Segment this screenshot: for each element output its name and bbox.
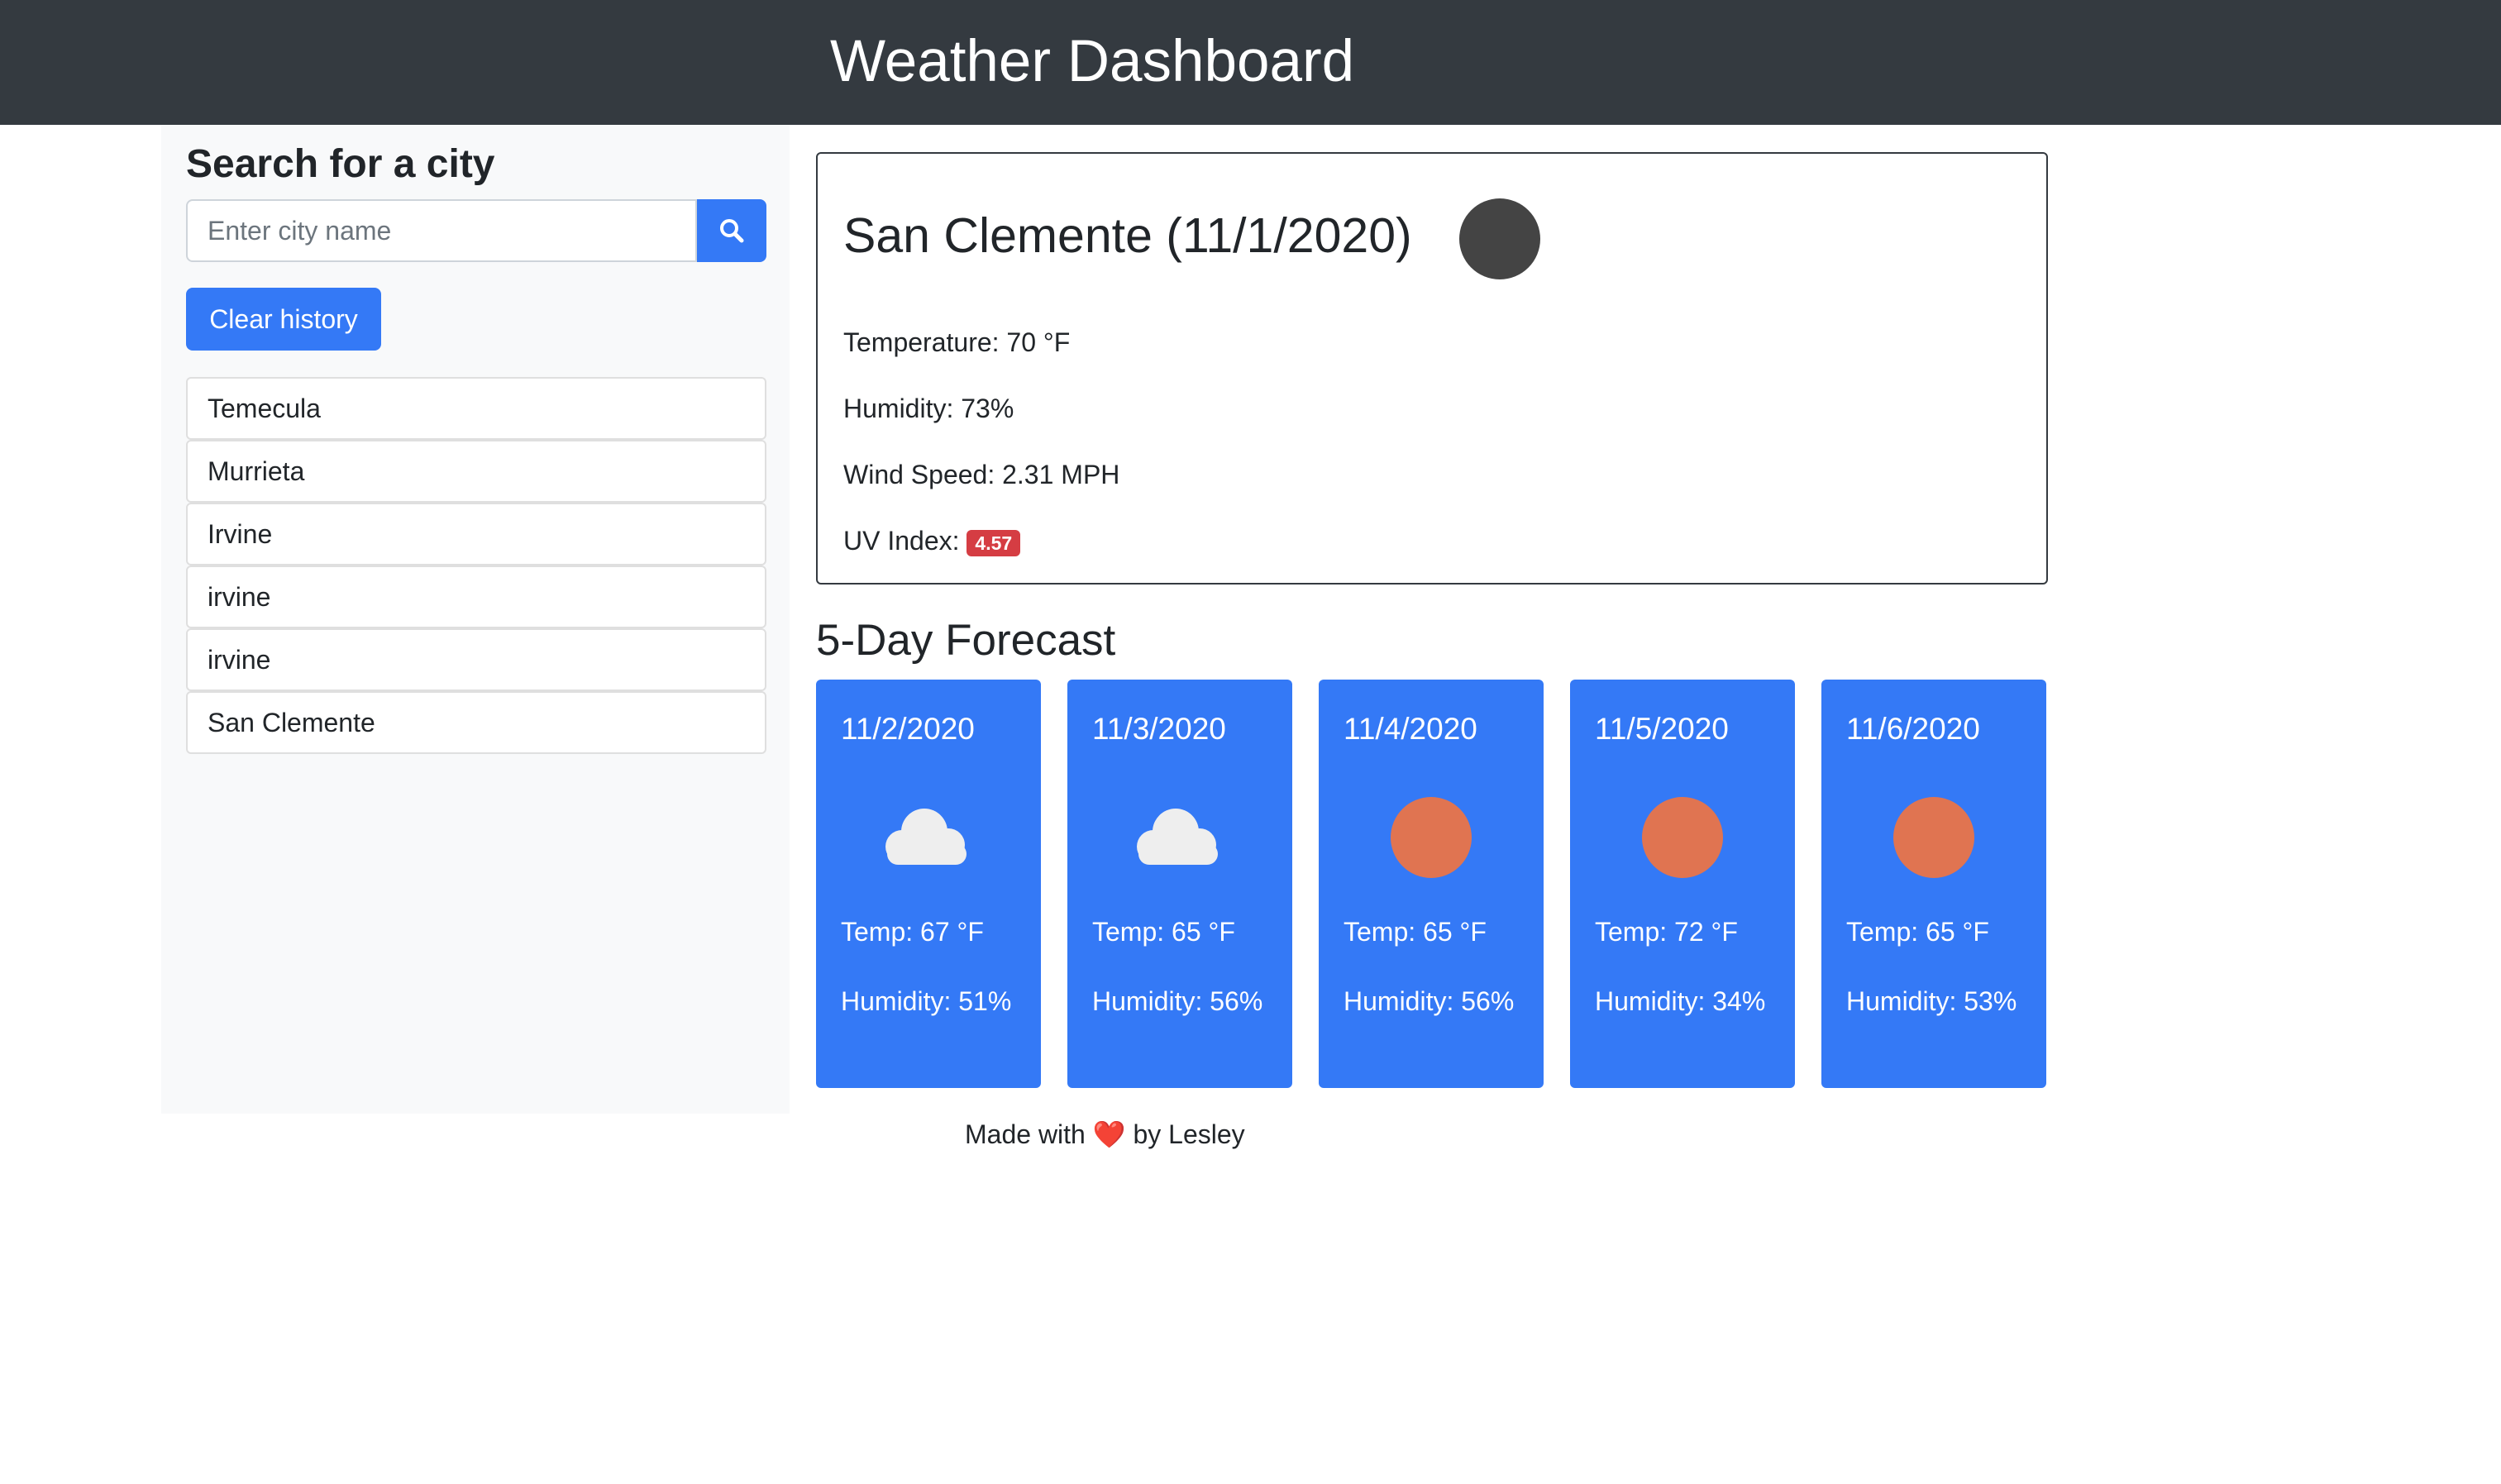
footer-author: by Lesley xyxy=(1133,1119,1245,1149)
uv-index-badge: 4.57 xyxy=(967,529,1021,556)
history-item[interactable]: San Clemente xyxy=(186,691,766,754)
forecast-humidity: Humidity: 51% xyxy=(841,986,1012,1016)
cloud-icon xyxy=(885,809,967,865)
search-title: Search for a city xyxy=(186,142,495,186)
forecast-date: 11/6/2020 xyxy=(1846,712,1980,746)
forecast-humidity: Humidity: 53% xyxy=(1846,986,2017,1016)
app-title: Weather Dashboard xyxy=(830,29,1355,94)
forecast-humidity: Humidity: 56% xyxy=(1344,986,1515,1016)
current-wind-speed: Wind Speed: 2.31 MPH xyxy=(843,460,1120,489)
footer-prefix: Made with xyxy=(965,1119,1086,1149)
history-item[interactable]: irvine xyxy=(186,565,766,628)
history-item[interactable]: Irvine xyxy=(186,503,766,565)
moon-icon xyxy=(1459,198,1540,279)
sidebar: Search for a city Clear history Temecula… xyxy=(161,125,790,1114)
forecast-temp: Temp: 65 °F xyxy=(1092,917,1235,947)
forecast-card: 11/3/2020 Temp: 65 °F Humidity: 56% xyxy=(1067,680,1292,1088)
forecast-date: 11/2/2020 xyxy=(841,712,975,746)
forecast-card: 11/2/2020 Temp: 67 °F Humidity: 51% xyxy=(816,680,1041,1088)
cloud-icon xyxy=(1137,809,1218,865)
city-search-input[interactable] xyxy=(186,199,697,262)
sun-icon xyxy=(1642,797,1723,878)
current-uv-index: UV Index: 4.57 xyxy=(843,524,1021,557)
forecast-date: 11/4/2020 xyxy=(1344,712,1477,746)
history-item[interactable]: Murrieta xyxy=(186,440,766,503)
sun-icon xyxy=(1391,797,1472,878)
forecast-temp: Temp: 65 °F xyxy=(1344,917,1487,947)
forecast-temp: Temp: 67 °F xyxy=(841,917,984,947)
history-item[interactable]: irvine xyxy=(186,628,766,691)
history-item[interactable]: Temecula xyxy=(186,377,766,440)
uv-index-label: UV Index: xyxy=(843,526,960,556)
forecast-row: 11/2/2020 Temp: 67 °F Humidity: 51% 11/3… xyxy=(816,680,2048,1088)
current-weather-card: San Clemente (11/1/2020) Temperature: 70… xyxy=(816,152,2048,585)
search-button[interactable] xyxy=(697,199,766,262)
current-temperature: Temperature: 70 °F xyxy=(843,327,1071,357)
forecast-temp: Temp: 72 °F xyxy=(1595,917,1738,947)
current-humidity: Humidity: 73% xyxy=(843,394,1014,423)
navbar: Weather Dashboard xyxy=(0,0,2501,125)
forecast-card: 11/4/2020 Temp: 65 °F Humidity: 56% xyxy=(1319,680,1544,1088)
forecast-humidity: Humidity: 34% xyxy=(1595,986,1766,1016)
sun-icon xyxy=(1893,797,1974,878)
clear-history-button[interactable]: Clear history xyxy=(186,288,381,351)
search-history-list: Temecula Murrieta Irvine irvine irvine S… xyxy=(186,377,766,754)
forecast-heading: 5-Day Forecast xyxy=(816,616,1116,665)
footer: Made with ❤️ by Lesley xyxy=(965,1116,1245,1152)
forecast-temp: Temp: 65 °F xyxy=(1846,917,1989,947)
forecast-card: 11/5/2020 Temp: 72 °F Humidity: 34% xyxy=(1570,680,1795,1088)
forecast-date: 11/5/2020 xyxy=(1595,712,1729,746)
forecast-card: 11/6/2020 Temp: 65 °F Humidity: 53% xyxy=(1821,680,2046,1088)
forecast-date: 11/3/2020 xyxy=(1092,712,1226,746)
forecast-humidity: Humidity: 56% xyxy=(1092,986,1263,1016)
current-city-title: San Clemente (11/1/2020) xyxy=(843,208,1412,263)
heart-icon: ❤️ xyxy=(1092,1119,1126,1149)
search-icon xyxy=(720,219,744,243)
